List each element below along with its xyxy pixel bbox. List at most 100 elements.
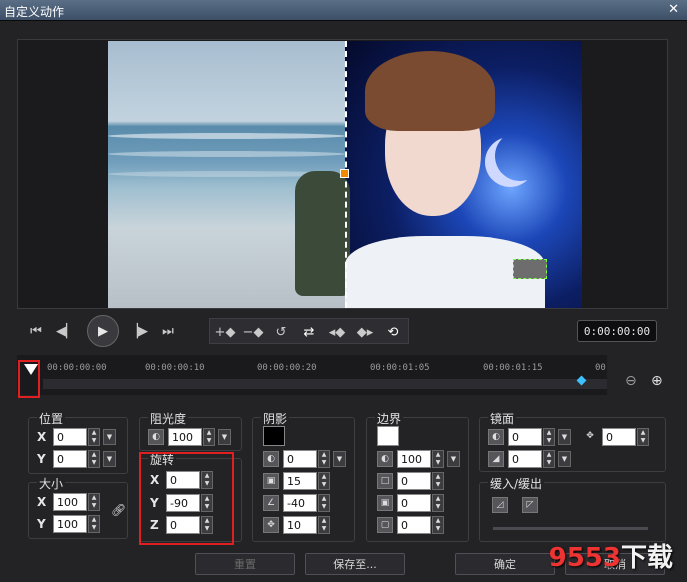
end-icon[interactable]: ⏭	[155, 318, 181, 344]
border-opacity-input[interactable]: 100	[397, 450, 431, 468]
swap-icon[interactable]: ⇄	[296, 319, 322, 345]
home-icon[interactable]: ⏮	[23, 318, 49, 344]
preview-canvas[interactable]	[108, 41, 582, 308]
move-left-icon[interactable]: ◂◆	[324, 319, 350, 345]
close-icon[interactable]: ✕	[668, 2, 679, 17]
position-y-input[interactable]: 0	[53, 450, 87, 468]
shadow-angle-icon: ∠	[263, 495, 279, 511]
move-right-icon[interactable]: ◆▸	[352, 319, 378, 345]
dropdown-icon[interactable]: ▼	[447, 451, 460, 467]
mirror-panel: 镜面 ◐ 0 ▲ ▼ ▼ ✥ 0 ▲ ▼ ◢ 0 ▲ ▼ ▼	[479, 410, 666, 472]
dropdown-icon[interactable]: ▼	[103, 429, 116, 445]
shadow-angle-input[interactable]: -40	[283, 494, 317, 512]
spin-arrows[interactable]: ▲ ▼	[432, 472, 444, 490]
spin-arrows[interactable]: ▲ ▼	[318, 450, 330, 468]
spin-arrows[interactable]: ▲ ▼	[318, 516, 330, 534]
watermark-text: 下载	[620, 543, 673, 573]
panel-title: 位置	[37, 410, 66, 427]
spin-arrows[interactable]: ▲ ▼	[543, 428, 555, 446]
spin-arrows[interactable]: ▲ ▼	[637, 428, 649, 446]
link-icon[interactable]: 🔗︎	[111, 503, 126, 517]
window-title: 自定义动作	[4, 5, 65, 19]
border-width-input[interactable]: 0	[397, 472, 431, 490]
timeline-track[interactable]	[43, 379, 607, 389]
reverse-icon[interactable]: ↺	[268, 319, 294, 345]
spin-arrows[interactable]: ▲ ▼	[318, 494, 330, 512]
mirror-fade-input[interactable]: 0	[508, 450, 542, 468]
shadow-color-swatch[interactable]	[263, 426, 285, 446]
hair-shape	[365, 51, 495, 131]
shadow-opacity-input[interactable]: 0	[283, 450, 317, 468]
axis-label: Y	[37, 452, 46, 466]
backpack-shape	[295, 171, 350, 296]
timeline-tick: 00	[595, 363, 606, 373]
panel-title: 阻光度	[148, 410, 189, 427]
playhead-icon[interactable]	[24, 364, 38, 375]
opacity-input[interactable]: 100	[168, 428, 202, 446]
spin-arrows[interactable]: ▲ ▼	[432, 450, 444, 468]
ease-out-icon[interactable]: ◸	[522, 497, 538, 513]
size-y-input[interactable]: 100	[53, 515, 87, 533]
timeline[interactable]: 00:00:00:00 00:00:00:10 00:00:00:20 00:0…	[17, 355, 607, 395]
border-width-icon: □	[377, 473, 393, 489]
spin-arrows[interactable]: ▲ ▼	[88, 493, 100, 511]
spin-arrows[interactable]: ▲ ▼	[432, 494, 444, 512]
dropdown-icon[interactable]: ▼	[558, 451, 571, 467]
timecode-display[interactable]: 0:00:00:00	[577, 320, 657, 342]
highlight-box	[139, 452, 234, 545]
mirror-offset-input[interactable]: 0	[602, 428, 636, 446]
dropdown-icon[interactable]: ▼	[558, 429, 571, 445]
dropdown-icon[interactable]: ▼	[218, 429, 231, 445]
playhead[interactable]	[18, 360, 40, 398]
mirror-opacity-input[interactable]: 0	[508, 428, 542, 446]
remove-keyframe-icon[interactable]: −◆	[240, 319, 266, 345]
play-icon[interactable]: ▶	[87, 315, 119, 347]
ease-in-icon[interactable]: ◿	[492, 497, 508, 513]
size-x-input[interactable]: 100	[53, 493, 87, 511]
timeline-tick: 00:00:00:00	[47, 363, 107, 373]
panel-title: 镜面	[488, 410, 517, 427]
dropdown-icon[interactable]: ▼	[103, 451, 116, 467]
axis-label: Y	[37, 517, 46, 531]
player-toolbar: ⏮ ◀▏ ▶ ▕▶ ⏭ +◆ −◆ ↺ ⇄ ◂◆ ◆▸ ⟲ 0:00:00:00	[17, 313, 668, 353]
timeline-tick: 00:00:00:20	[257, 363, 317, 373]
border-radius-icon: ▢	[377, 517, 393, 533]
save-to-button[interactable]: 保存至...	[305, 553, 405, 575]
timeline-tick: 00:00:01:15	[483, 363, 543, 373]
axis-label: X	[37, 495, 47, 509]
shadow-blur-icon: ▣	[263, 473, 279, 489]
add-keyframe-icon[interactable]: +◆	[212, 319, 238, 345]
shadow-panel: 阴影 ◐ 0 ▲ ▼ ▼ ▣ 15 ▲ ▼ ∠ -40 ▲ ▼ ✥ 10 ▲ ▼	[252, 410, 355, 542]
reset-icon[interactable]: ⟲	[380, 319, 406, 345]
zoom-in-icon[interactable]: ⊕	[651, 373, 663, 389]
spin-arrows[interactable]: ▲ ▼	[203, 428, 215, 446]
mirror-opacity-icon: ◐	[488, 429, 504, 445]
border-color-swatch[interactable]	[377, 426, 399, 446]
spin-arrows[interactable]: ▲ ▼	[88, 428, 100, 446]
timeline-tick: 00:00:01:05	[370, 363, 430, 373]
split-handle[interactable]	[340, 169, 349, 178]
border-radius-input[interactable]: 0	[397, 516, 431, 534]
spin-arrows[interactable]: ▲ ▼	[318, 472, 330, 490]
border-blur-input[interactable]: 0	[397, 494, 431, 512]
spin-arrows[interactable]: ▲ ▼	[88, 515, 100, 533]
next-frame-icon[interactable]: ▕▶	[125, 318, 151, 344]
anchor-handle[interactable]	[513, 259, 547, 279]
dropdown-icon[interactable]: ▼	[333, 451, 346, 467]
moon-shape	[495, 131, 545, 181]
zoom-out-icon[interactable]: ⊖	[625, 373, 637, 389]
shadow-distance-input[interactable]: 10	[283, 516, 317, 534]
ease-panel: 缓入/缓出 ◿ ◸	[479, 475, 666, 542]
axis-label: X	[37, 430, 47, 444]
ok-button[interactable]: 确定	[455, 553, 555, 575]
opacity-icon: ◐	[148, 429, 164, 445]
spin-arrows[interactable]: ▲ ▼	[543, 450, 555, 468]
spin-arrows[interactable]: ▲ ▼	[88, 450, 100, 468]
prev-frame-icon[interactable]: ◀▏	[53, 318, 79, 344]
spin-arrows[interactable]: ▲ ▼	[432, 516, 444, 534]
ease-slider[interactable]	[493, 527, 648, 530]
position-x-input[interactable]: 0	[53, 428, 87, 446]
reset-button[interactable]: 重置	[195, 553, 295, 575]
shadow-blur-input[interactable]: 15	[283, 472, 317, 490]
timeline-tick: 00:00:00:10	[145, 363, 205, 373]
